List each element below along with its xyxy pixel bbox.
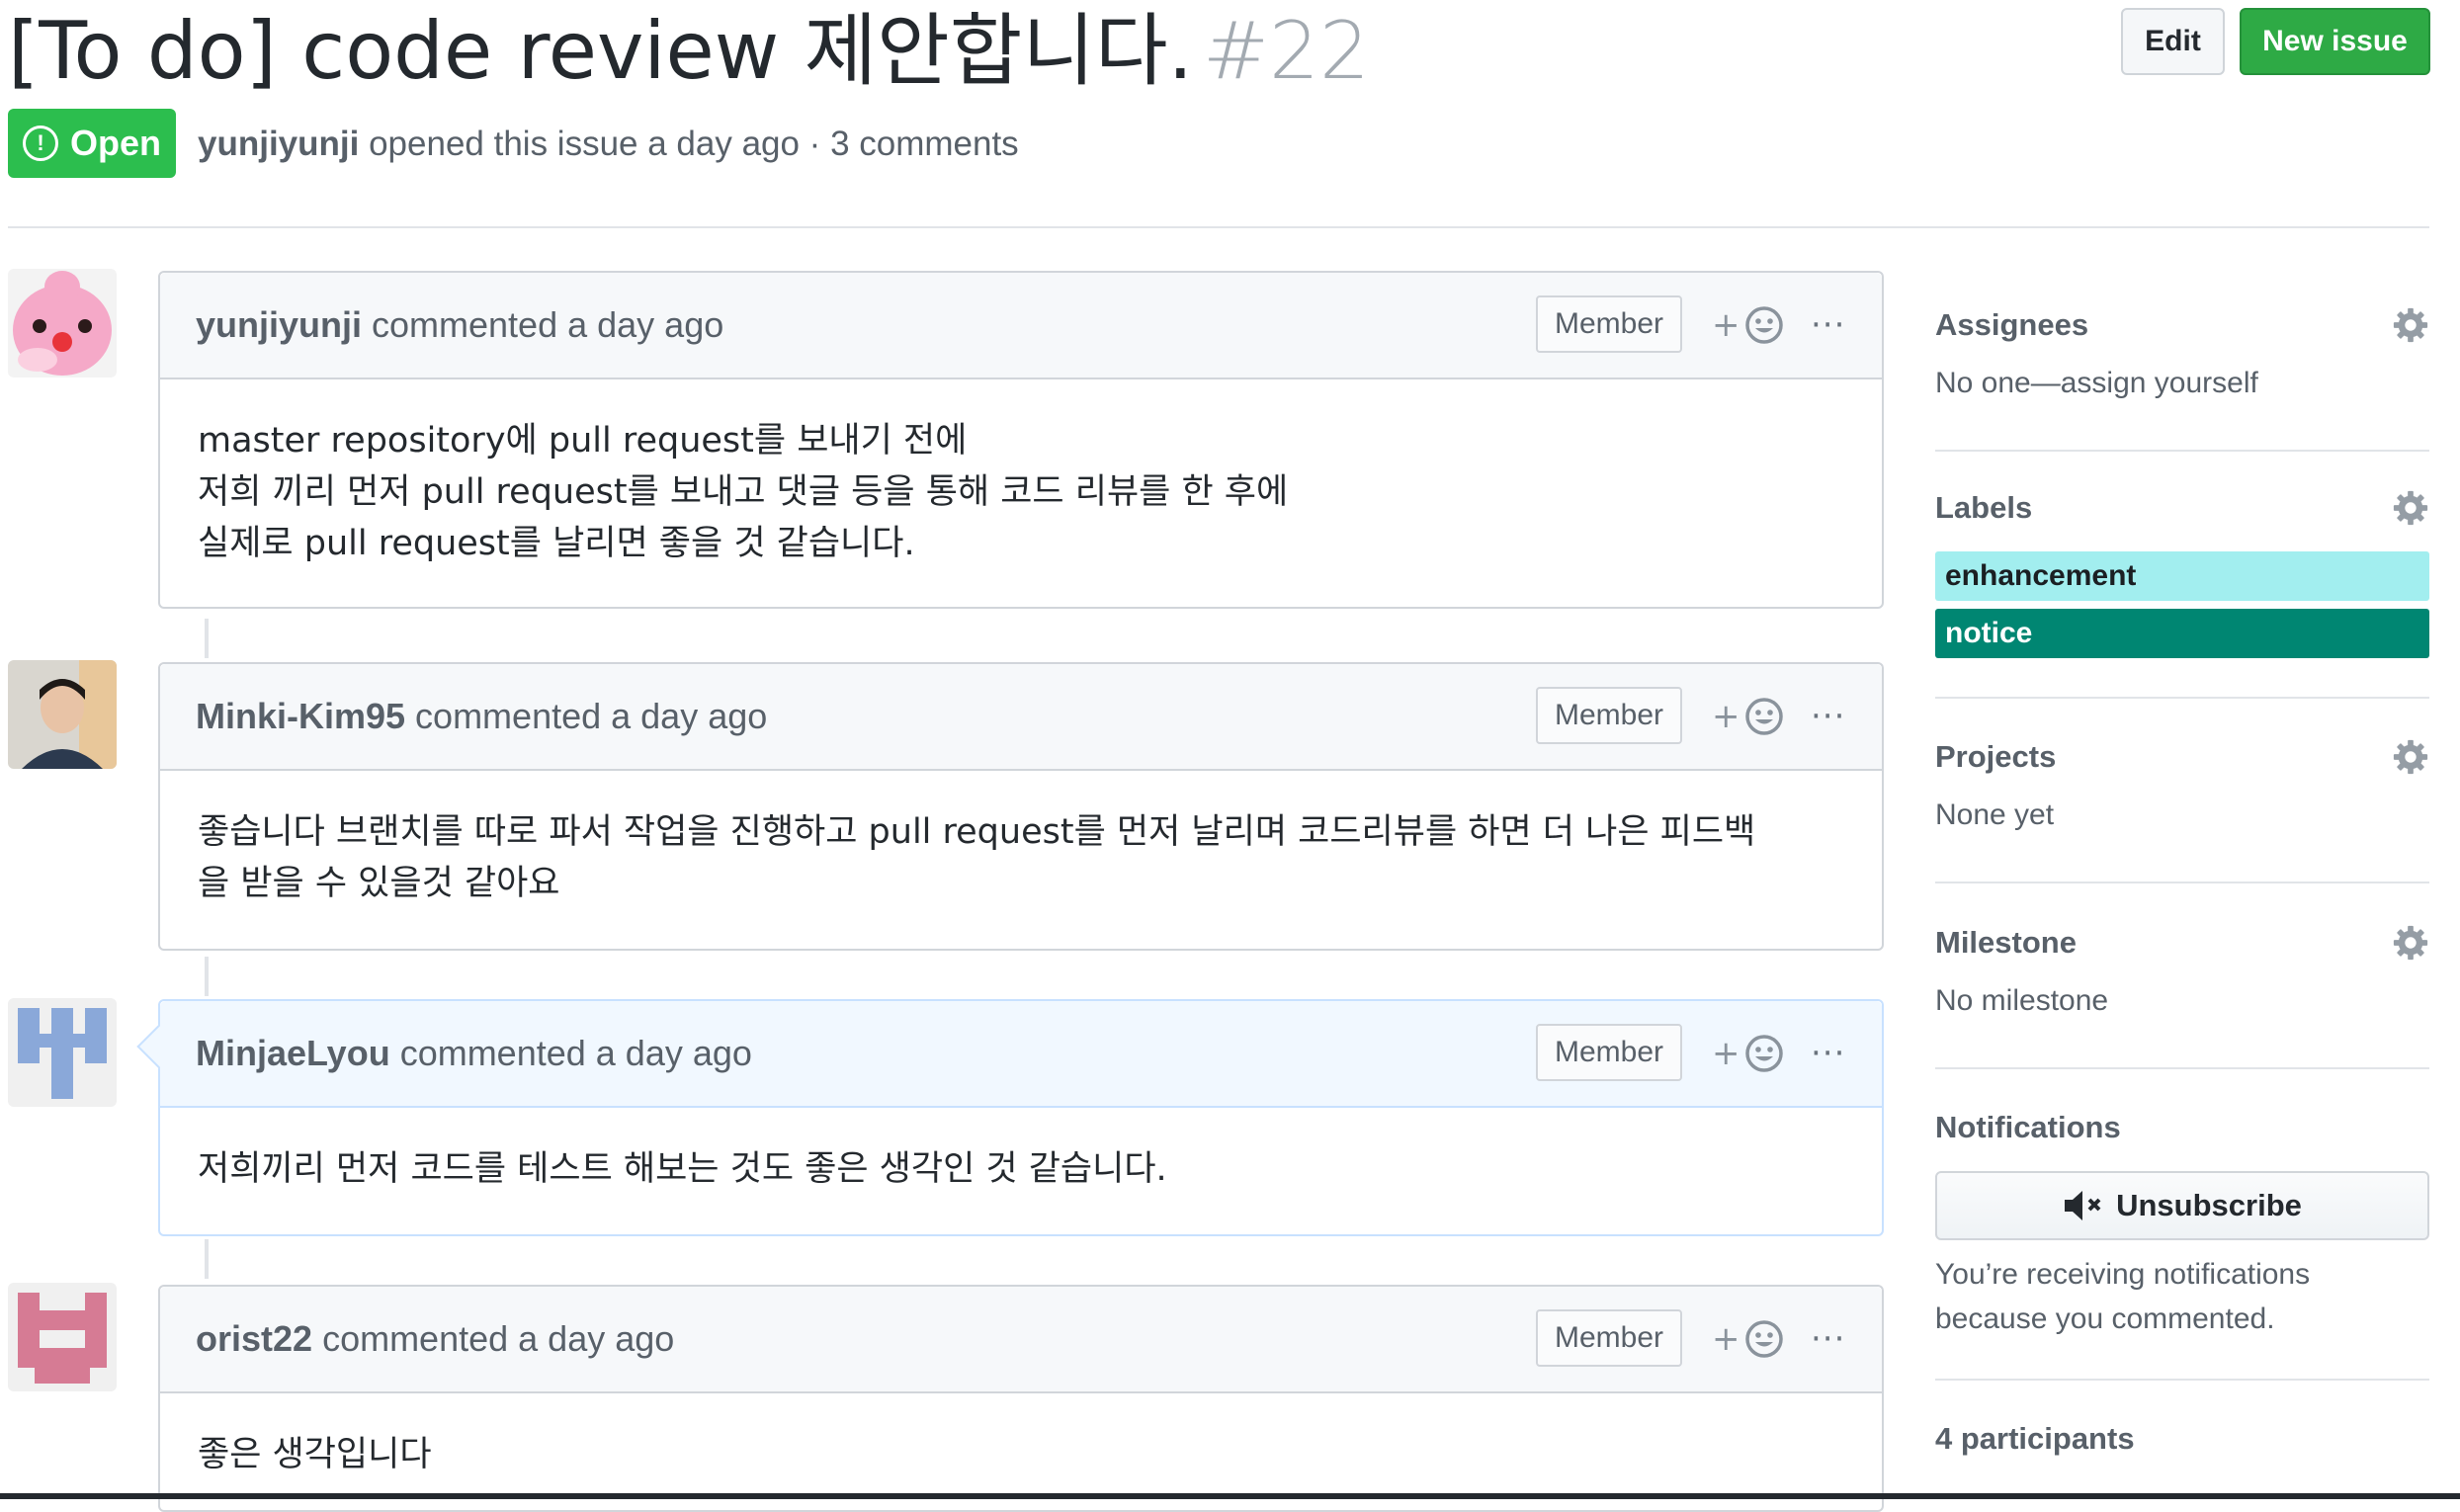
- bottom-edge: [0, 1493, 2460, 1499]
- comment-timestamp: commented a day ago: [415, 696, 768, 736]
- gear-icon[interactable]: [2392, 306, 2429, 344]
- kebab-icon[interactable]: ···: [1811, 1029, 1845, 1078]
- milestone-heading[interactable]: Milestone: [1935, 919, 2429, 966]
- projects-title: Projects: [1935, 739, 2057, 774]
- member-label: Member: [1536, 1309, 1682, 1367]
- assignees-heading[interactable]: Assignees: [1935, 301, 2429, 349]
- sidebar-notifications: Notifications Unsubscribe You’re receivi…: [1935, 1104, 2429, 1341]
- comment-timestamp: commented a day ago: [372, 304, 724, 345]
- comment-author-link[interactable]: Minki-Kim95: [196, 696, 405, 737]
- timeline-line: [205, 957, 209, 996]
- add-reaction-button[interactable]: +: [1712, 694, 1784, 739]
- notifications-heading: Notifications: [1935, 1104, 2429, 1151]
- assignees-title: Assignees: [1935, 307, 2089, 342]
- comment-header: yunjiyunji commented a day ago Member + …: [160, 273, 1882, 379]
- add-reaction-button[interactable]: +: [1712, 1316, 1784, 1362]
- gear-icon[interactable]: [2392, 489, 2429, 527]
- sidebar-projects: Projects None yet: [1935, 733, 2429, 838]
- plus-icon: +: [1712, 1034, 1740, 1073]
- comment-3: MinjaeLyou commented a day ago Member + …: [136, 999, 1884, 1236]
- avatar-yunjiyunji[interactable]: [8, 269, 117, 378]
- member-label: Member: [1536, 1024, 1682, 1081]
- sidebar-divider: [1935, 1379, 2429, 1381]
- kebab-icon[interactable]: ···: [1811, 692, 1845, 741]
- new-issue-button[interactable]: New issue: [2240, 8, 2430, 75]
- unsubscribe-label: Unsubscribe: [2116, 1188, 2302, 1222]
- kebab-icon[interactable]: ···: [1811, 300, 1845, 350]
- status-badge: ! Open: [8, 109, 176, 178]
- header-divider: [8, 226, 2429, 228]
- comment-author-link[interactable]: yunjiyunji: [196, 304, 362, 346]
- plus-icon: +: [1712, 697, 1740, 736]
- smiley-icon: [1744, 306, 1783, 344]
- timeline-line: [205, 619, 209, 658]
- kebab-icon[interactable]: ···: [1811, 1314, 1845, 1364]
- issue-meta-text: opened this issue a day ago · 3 comments: [359, 125, 1019, 163]
- issue-meta: yunjiyunji opened this issue a day ago ·…: [198, 117, 1019, 172]
- edit-button[interactable]: Edit: [2121, 8, 2225, 75]
- comment-2: Minki-Kim95 commented a day ago Member +…: [158, 662, 1884, 951]
- smiley-icon: [1744, 1035, 1783, 1072]
- label-enhancement[interactable]: enhancement: [1935, 551, 2429, 601]
- sidebar-divider: [1935, 882, 2429, 883]
- projects-value: None yet: [1935, 798, 2055, 831]
- participants-heading: 4 participants: [1935, 1421, 2135, 1456]
- add-reaction-button[interactable]: +: [1712, 1031, 1784, 1076]
- sidebar-milestone: Milestone No milestone: [1935, 919, 2429, 1024]
- labels-heading[interactable]: Labels: [1935, 484, 2429, 532]
- milestone-title: Milestone: [1935, 925, 2077, 960]
- comment-header: orist22 commented a day ago Member + ···: [160, 1287, 1882, 1393]
- unsubscribe-button[interactable]: Unsubscribe: [1935, 1171, 2429, 1240]
- comment-author-link[interactable]: orist22: [196, 1318, 312, 1360]
- labels-title: Labels: [1935, 490, 2033, 525]
- sidebar-participants: 4 participants: [1935, 1415, 2429, 1463]
- notifications-note: You’re receiving notifications because y…: [1935, 1258, 2311, 1335]
- sidebar-divider: [1935, 1067, 2429, 1069]
- comment-header: MinjaeLyou commented a day ago Member + …: [160, 1001, 1882, 1108]
- member-label: Member: [1536, 687, 1682, 744]
- sidebar-labels: Labels enhancement notice: [1935, 484, 2429, 658]
- assignees-value[interactable]: No one—assign yourself: [1935, 361, 2429, 406]
- milestone-value: No milestone: [1935, 984, 2109, 1017]
- sidebar-divider: [1935, 450, 2429, 452]
- avatar-minki-kim95[interactable]: [8, 660, 117, 769]
- avatar-orist22[interactable]: [8, 1283, 117, 1391]
- mute-icon: [2065, 1191, 2101, 1220]
- timeline-line: [205, 1239, 209, 1279]
- add-reaction-button[interactable]: +: [1712, 302, 1784, 348]
- gear-icon[interactable]: [2392, 738, 2429, 776]
- comment-1: yunjiyunji commented a day ago Member + …: [158, 271, 1884, 609]
- sidebar-divider: [1935, 697, 2429, 699]
- comment-body: 저희끼리 먼저 코드를 테스트 해보는 것도 좋은 생각인 것 같습니다.: [198, 1149, 1167, 1189]
- label-notice[interactable]: notice: [1935, 609, 2429, 658]
- gear-icon[interactable]: [2392, 924, 2429, 962]
- issue-number: #22: [1203, 5, 1370, 97]
- comment-author-line: Minki-Kim95 commented a day ago: [196, 664, 767, 769]
- comment-body: 좋습니다 브랜치를 따로 파서 작업을 진행하고 pull request를 먼…: [198, 812, 1756, 903]
- issue-author-link[interactable]: yunjiyunji: [198, 125, 359, 163]
- comment-timestamp: commented a day ago: [322, 1318, 675, 1359]
- sidebar-assignees: Assignees No one—assign yourself: [1935, 301, 2429, 406]
- plus-icon: +: [1712, 305, 1740, 345]
- comment-author-line: MinjaeLyou commented a day ago: [196, 1001, 752, 1106]
- avatar-minjaelyou[interactable]: [8, 998, 117, 1107]
- comment-author-line: orist22 commented a day ago: [196, 1287, 674, 1391]
- comment-header: Minki-Kim95 commented a day ago Member +…: [160, 664, 1882, 771]
- comment-4: orist22 commented a day ago Member + ···…: [158, 1285, 1884, 1512]
- projects-heading[interactable]: Projects: [1935, 733, 2429, 781]
- comment-body: master repository에 pull request를 보내기 전에 …: [198, 421, 1289, 563]
- issue-title: [To do] code review 제안합니다.: [8, 5, 1194, 97]
- comment-author-line: yunjiyunji commented a day ago: [196, 273, 723, 378]
- status-label: Open: [69, 123, 161, 163]
- comment-timestamp: commented a day ago: [399, 1033, 752, 1073]
- notifications-title: Notifications: [1935, 1110, 2121, 1144]
- issue-title-heading: [To do] code review 제안합니다. #22: [8, 4, 1370, 99]
- smiley-icon: [1744, 1320, 1783, 1358]
- plus-icon: +: [1712, 1319, 1740, 1359]
- issue-opened-icon: !: [22, 126, 58, 161]
- member-label: Member: [1536, 295, 1682, 353]
- comment-author-link[interactable]: MinjaeLyou: [196, 1033, 390, 1074]
- smiley-icon: [1744, 698, 1783, 735]
